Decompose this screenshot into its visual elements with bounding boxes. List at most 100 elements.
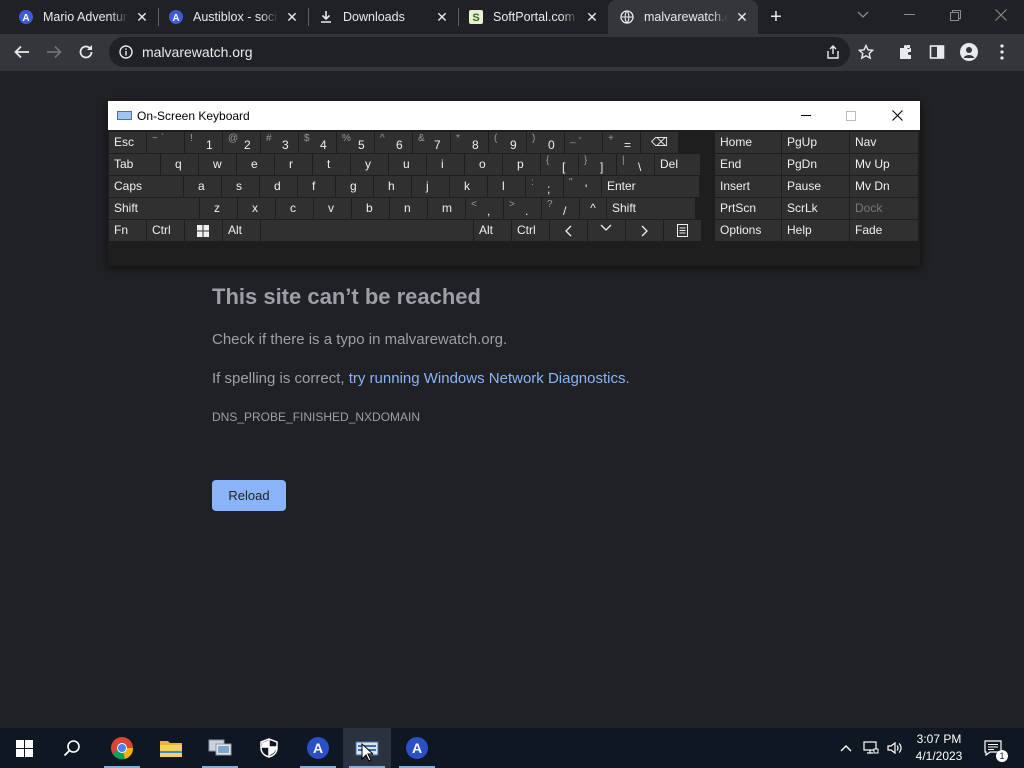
key-enter[interactable]: Enter — [602, 176, 699, 197]
info-icon[interactable] — [119, 45, 133, 64]
key-fn[interactable]: Fn — [109, 220, 146, 241]
key-scrlk[interactable]: ScrLk — [782, 198, 849, 219]
key-b[interactable]: b — [352, 198, 389, 219]
key-k[interactable]: k — [450, 176, 487, 197]
key-j[interactable]: j — [412, 176, 449, 197]
key-s[interactable]: s — [222, 176, 259, 197]
clock[interactable]: 3:07 PM 4/1/2023 — [908, 731, 970, 765]
search-icon[interactable] — [48, 728, 96, 768]
key-f[interactable]: f — [298, 176, 335, 197]
close-icon[interactable]: ✕ — [584, 9, 600, 25]
notifications-icon[interactable]: 1 — [978, 728, 1008, 768]
key-o[interactable]: o — [465, 154, 502, 175]
reload-icon[interactable] — [71, 37, 101, 67]
key-pgup[interactable]: PgUp — [782, 132, 849, 153]
key-e[interactable]: e — [237, 154, 274, 175]
close-window-button[interactable] — [978, 0, 1024, 30]
key-windows[interactable] — [185, 220, 222, 241]
key-lt-comma[interactable]: <, — [466, 198, 503, 219]
key-options[interactable]: Options — [715, 220, 781, 241]
key-z[interactable]: z — [200, 198, 237, 219]
show-hidden-icons-chevron-up-icon[interactable] — [836, 728, 856, 768]
key-amp7[interactable]: & 7 — [413, 132, 450, 153]
key-tab[interactable]: Tab — [109, 154, 160, 175]
key-pause[interactable]: Pause — [782, 176, 849, 197]
start-button[interactable] — [0, 728, 48, 768]
tab-mario-adventures[interactable]: A Mario Adventures ✕ — [0, 0, 158, 34]
chrome-icon[interactable] — [98, 728, 146, 768]
key-ctrl-left[interactable]: Ctrl — [147, 220, 184, 241]
key-l[interactable]: l — [488, 176, 525, 197]
close-icon[interactable]: ✕ — [284, 9, 300, 25]
key-w[interactable]: w — [199, 154, 236, 175]
key-i[interactable]: i — [427, 154, 464, 175]
bookmark-star-icon[interactable] — [851, 37, 881, 67]
key-dock[interactable]: Dock — [850, 198, 918, 219]
key-t[interactable]: t — [313, 154, 350, 175]
key-q[interactable]: q — [161, 154, 198, 175]
key-shift-left[interactable]: Shift — [109, 198, 199, 219]
new-tab-button[interactable]: + — [765, 6, 787, 28]
tab-search-icon[interactable] — [840, 0, 886, 30]
file-explorer-icon[interactable] — [147, 728, 195, 768]
key-caps[interactable]: Caps — [109, 176, 183, 197]
key-down-arrow[interactable] — [588, 220, 625, 241]
key-d[interactable]: d — [260, 176, 297, 197]
tab-downloads[interactable]: Downloads ✕ — [300, 0, 458, 34]
minimize-button[interactable] — [886, 0, 932, 30]
key-r[interactable]: r — [275, 154, 312, 175]
forward-button[interactable] — [39, 37, 69, 67]
a-app-icon[interactable]: A — [294, 728, 342, 768]
close-icon[interactable]: ✕ — [434, 9, 450, 25]
key-caret6[interactable]: ^ 6 — [375, 132, 412, 153]
close-icon[interactable]: ✕ — [134, 9, 150, 25]
key-home[interactable]: Home — [715, 132, 781, 153]
key-question-slash[interactable]: ? / — [542, 198, 579, 219]
key-m[interactable]: m — [428, 198, 465, 219]
key-p[interactable]: p — [503, 154, 540, 175]
share-icon[interactable] — [825, 44, 841, 65]
key-star8[interactable]: * 8 — [451, 132, 488, 153]
network-icon[interactable] — [860, 728, 882, 768]
tab-malvarewatch[interactable]: malvarewatch.org ✕ — [608, 0, 758, 34]
key-tilde-backtick[interactable]: ~ ` — [147, 132, 184, 153]
profile-icon[interactable] — [954, 37, 984, 67]
key-end[interactable]: End — [715, 154, 781, 175]
extensions-icon[interactable] — [891, 37, 921, 67]
osk-minimize-button[interactable] — [783, 101, 829, 130]
key-percent5[interactable]: % 5 — [337, 132, 374, 153]
key-exclam1[interactable]: ! 1 — [185, 132, 222, 153]
key-left-arrow[interactable] — [550, 220, 587, 241]
key-underscore-minus[interactable]: _ - — [565, 132, 602, 153]
key-alt-left[interactable]: Alt — [223, 220, 260, 241]
tab-softportal[interactable]: S SoftPortal.com ✕ — [450, 0, 608, 34]
menu-kebab-icon[interactable] — [987, 37, 1017, 67]
key-del[interactable]: Del — [655, 154, 700, 175]
key-x[interactable]: x — [238, 198, 275, 219]
key-c[interactable]: c — [276, 198, 313, 219]
key-insert[interactable]: Insert — [715, 176, 781, 197]
osk-close-button[interactable] — [874, 101, 920, 130]
key-mv-dn[interactable]: Mv Dn — [850, 176, 918, 197]
key-nav[interactable]: Nav — [850, 132, 918, 153]
key-rparen0[interactable]: ) 0 — [527, 132, 564, 153]
key-esc[interactable]: Esc — [109, 132, 146, 153]
side-panel-icon[interactable] — [922, 37, 952, 67]
key-help[interactable]: Help — [782, 220, 849, 241]
security-icon[interactable] — [245, 728, 293, 768]
key-v[interactable]: v — [314, 198, 351, 219]
osk-maximize-button[interactable] — [828, 101, 874, 130]
key-fade[interactable]: Fade — [850, 220, 918, 241]
key-menu[interactable] — [664, 220, 701, 241]
key-space[interactable] — [261, 220, 473, 241]
key-quote-apostrophe[interactable]: " ' — [564, 176, 601, 197]
key-dollar4[interactable]: $4 — [299, 132, 336, 153]
key-pgdn[interactable]: PgDn — [782, 154, 849, 175]
network-app-icon[interactable] — [196, 728, 244, 768]
a-app-icon[interactable]: A — [393, 728, 441, 768]
key-backspace[interactable]: ⌫ — [641, 132, 678, 153]
key-y[interactable]: y — [351, 154, 388, 175]
key-pipe-backslash[interactable]: | \ — [617, 154, 654, 175]
key-up-arrow[interactable]: ^ — [580, 198, 606, 219]
volume-icon[interactable] — [884, 728, 906, 768]
